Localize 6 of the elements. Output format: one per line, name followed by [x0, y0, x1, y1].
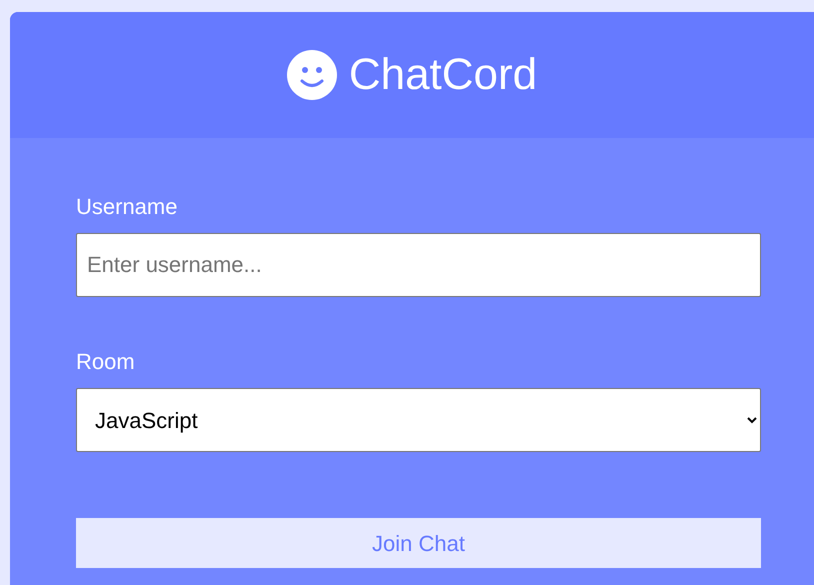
room-select[interactable]: JavaScript: [76, 388, 761, 452]
field-label: Username: [76, 193, 178, 221]
field-label: Room: [76, 348, 136, 376]
app-title: ChatCord: [348, 53, 538, 97]
username-input[interactable]: Enter username...: [76, 233, 761, 297]
smiley-icon: [286, 50, 337, 100]
